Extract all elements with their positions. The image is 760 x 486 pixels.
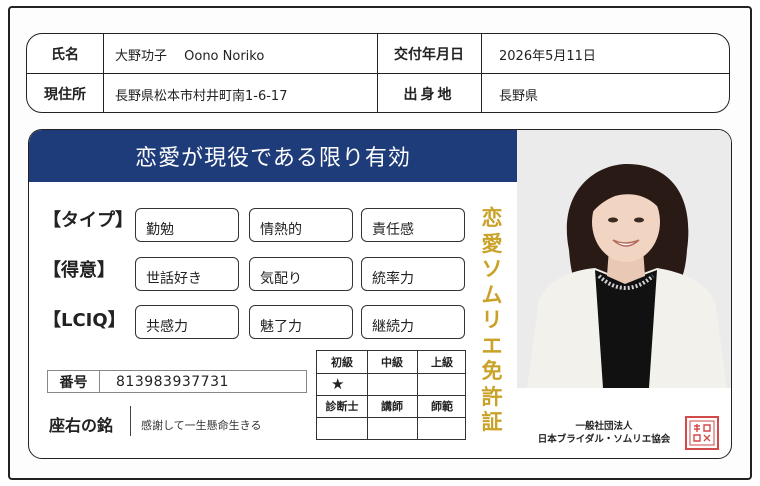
birthplace-value: 長野県 [499, 88, 539, 104]
grade-diagnostician: 診断士 [325, 400, 359, 413]
issue-date-label: 交付年月日 [394, 47, 464, 63]
trait-tag: 世話好き [135, 257, 239, 291]
issue-date-value: 2026年5月11日 [499, 48, 596, 64]
number-label: 番号 [47, 370, 99, 393]
name-value: 大野功子 Oono Noriko [115, 48, 265, 64]
row-label-strength: 【得意】 [43, 260, 115, 281]
grade-mark [367, 373, 417, 395]
validity-banner: 恋愛が現役である限り有効 [29, 130, 517, 182]
license-title-vertical: 恋愛ソムリエ免許証 [481, 206, 503, 434]
portrait-illustration [517, 130, 731, 388]
motto-value: 感謝して一生懸命生きる [141, 419, 262, 432]
star-icon: ★ [331, 375, 345, 393]
divider [481, 34, 483, 112]
grade-beginner: 初級 [331, 356, 353, 369]
issuer-line: 一般社団法人 [575, 421, 633, 432]
grade-instructor: 講師 [381, 400, 403, 413]
trait-tag: 継続力 [361, 305, 465, 339]
row-label-lciq: 【LCIQ】 [43, 310, 126, 331]
row-label-type: 【タイプ】 [43, 210, 133, 231]
grid-line [317, 417, 465, 418]
grade-intermediate: 中級 [381, 356, 403, 369]
motto-label: 座右の銘 [49, 416, 114, 435]
trait-tag: 統率力 [361, 257, 465, 291]
number-value: 813983937731 [99, 370, 307, 393]
divider [377, 34, 379, 112]
license-body: 恋愛が現役である限り有効 【タイプ】 【得意】 【LCIQ】 勤勉 情熱的 責任… [28, 129, 732, 459]
seal-stamp-icon [685, 416, 719, 450]
grade-grid: 初級 中級 上級 ★ 診断士 講師 師範 [316, 350, 466, 440]
address-value: 長野県松本市村井町南1-6-17 [115, 88, 288, 104]
trait-tag: 気配り [249, 257, 353, 291]
trait-tag: 責任感 [361, 208, 465, 242]
issuer-line: 日本ブライダル・ソムリエ協会 [537, 434, 671, 445]
grade-master: 師範 [431, 400, 453, 413]
divider [130, 406, 132, 436]
trait-tag: 共感力 [135, 305, 239, 339]
address-label: 現住所 [44, 87, 86, 103]
grade-advanced: 上級 [431, 356, 453, 369]
trait-tag: 魅了力 [249, 305, 353, 339]
issuer-name: 一般社団法人 日本ブライダル・ソムリエ協会 [524, 420, 684, 446]
trait-tag: 情熱的 [249, 208, 353, 242]
seal-glyphs [689, 420, 715, 446]
divider [103, 34, 105, 112]
personal-info-table: 氏名 大野功子 Oono Noriko 交付年月日 2026年5月11日 現住所… [26, 33, 730, 113]
grade-mark [417, 373, 467, 395]
portrait-photo [517, 130, 731, 388]
name-label: 氏名 [51, 47, 79, 63]
trait-tag: 勤勉 [135, 208, 239, 242]
birthplace-label: 出身地 [403, 87, 455, 103]
